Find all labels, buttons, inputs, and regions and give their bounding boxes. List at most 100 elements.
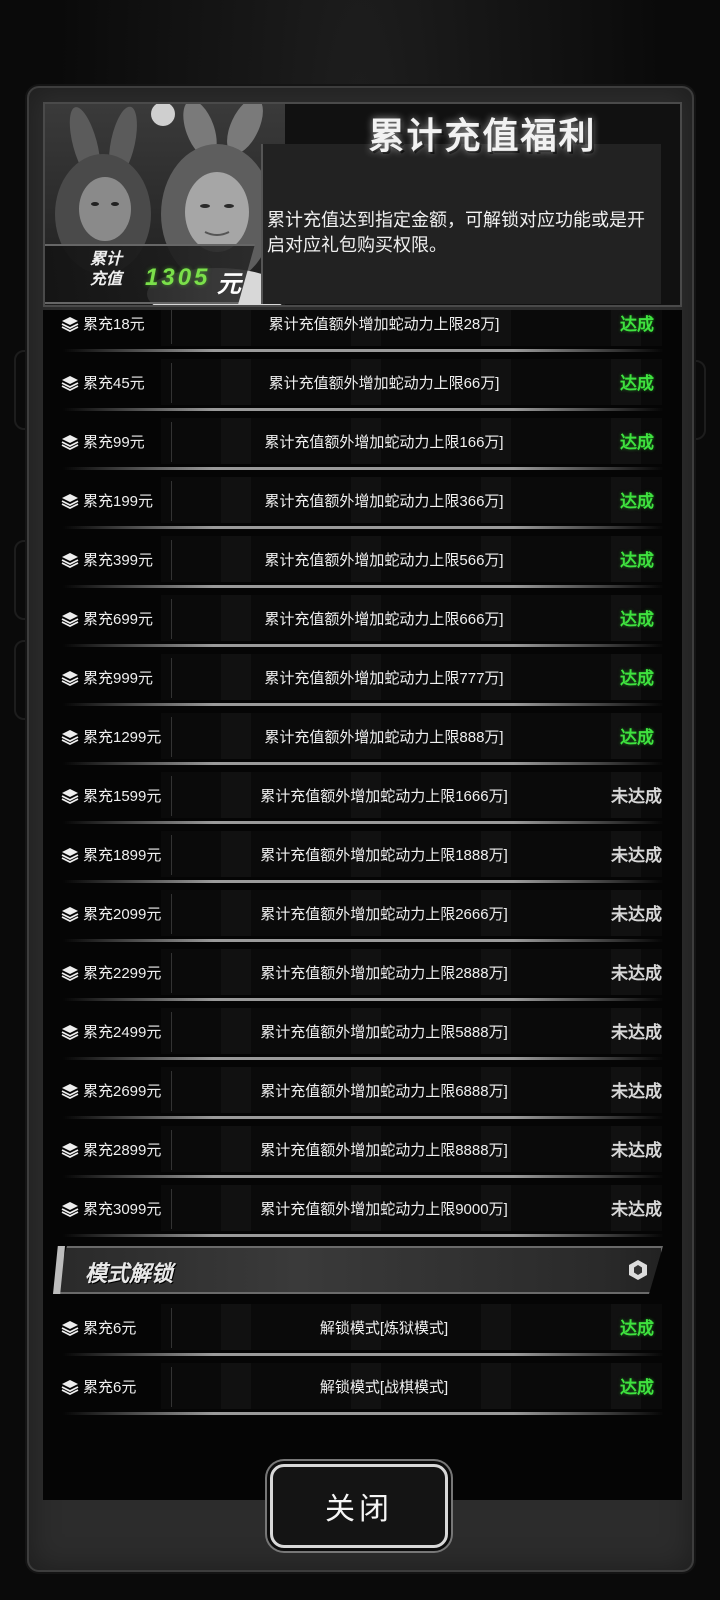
row-divider (171, 422, 172, 462)
hexagon-icon (627, 1259, 649, 1281)
row-threshold: 累充1599元 (83, 788, 162, 805)
row-divider (171, 953, 172, 993)
row-status: 未达成 (611, 1023, 662, 1042)
row-threshold: 累充2699元 (83, 1083, 162, 1100)
reward-row: 累充399元 累计充值额外增加蛇动力上限566万] 达成 (43, 532, 682, 588)
reward-row: 累充2699元 累计充值额外增加蛇动力上限6888万] 未达成 (43, 1063, 682, 1119)
reward-row: 累充18元 累计充值额外增加蛇动力上限28万] 达成 (43, 310, 682, 352)
row-divider (171, 481, 172, 521)
reward-row: 累充1599元 累计充值额外增加蛇动力上限1666万] 未达成 (43, 768, 682, 824)
stack-layers-icon (61, 669, 79, 687)
stack-layers-icon (61, 492, 79, 510)
row-divider (171, 658, 172, 698)
row-threshold: 累充6元 (83, 1379, 137, 1396)
row-divider (171, 1130, 172, 1170)
row-divider (171, 776, 172, 816)
stack-layers-icon (61, 1082, 79, 1100)
reward-row: 累充2499元 累计充值额外增加蛇动力上限5888万] 未达成 (43, 1004, 682, 1060)
section-title: 模式解锁 (85, 1261, 174, 1286)
row-status: 未达成 (611, 1141, 662, 1160)
row-reward: 累计充值额外增加蛇动力上限28万] (268, 316, 500, 333)
row-threshold: 累充6元 (83, 1320, 137, 1337)
stack-layers-icon (61, 964, 79, 982)
row-reward: 累计充值额外增加蛇动力上限9000万] (260, 1201, 508, 1218)
row-status: 未达成 (611, 846, 662, 865)
row-divider (171, 1012, 172, 1052)
recharge-benefits-dialog: 累计充值福利 累计充值达到指定金额，可解锁对应功能或是开启对应礼包购买权限。 累… (27, 86, 694, 1572)
reward-row: 累充1299元 累计充值额外增加蛇动力上限888万] 达成 (43, 709, 682, 765)
reward-row: 累充45元 累计充值额外增加蛇动力上限66万] 达成 (43, 355, 682, 411)
total-recharge-unit: 元 (217, 271, 241, 298)
reward-row: 累充2099元 累计充值额外增加蛇动力上限2666万] 未达成 (43, 886, 682, 942)
row-reward: 累计充值额外增加蛇动力上限888万] (264, 729, 504, 746)
row-reward: 累计充值额外增加蛇动力上限1888万] (260, 847, 508, 864)
recharge-label-line1: 累计 (89, 251, 122, 268)
recharge-label-line2: 充值 (89, 271, 122, 288)
row-reward: 累计充值额外增加蛇动力上限6888万] (260, 1083, 508, 1100)
row-threshold: 累充999元 (83, 670, 154, 687)
stack-layers-icon (61, 315, 79, 333)
row-threshold: 累充2299元 (83, 965, 162, 982)
stack-layers-icon (61, 1023, 79, 1041)
row-status: 未达成 (611, 1200, 662, 1219)
stack-layers-icon (61, 610, 79, 628)
row-status: 未达成 (611, 1082, 662, 1101)
reward-row: 累充999元 累计充值额外增加蛇动力上限777万] 达成 (43, 650, 682, 706)
row-status: 未达成 (611, 787, 662, 806)
row-divider (171, 1189, 172, 1229)
row-divider (171, 835, 172, 875)
row-threshold: 累充2499元 (83, 1024, 162, 1041)
row-reward: 解锁模式[炼狱模式] (319, 1320, 449, 1337)
row-divider (171, 894, 172, 934)
row-status: 达成 (620, 1319, 654, 1338)
row-status: 未达成 (611, 905, 662, 924)
row-reward: 累计充值额外增加蛇动力上限777万] (264, 670, 504, 687)
total-recharge-amount: 1305 (145, 264, 211, 291)
stack-layers-icon (61, 787, 79, 805)
row-threshold: 累充399元 (83, 552, 154, 569)
stack-layers-icon (61, 1319, 79, 1337)
row-divider (171, 1308, 172, 1348)
row-threshold: 累充1299元 (83, 729, 162, 746)
row-threshold: 累充199元 (83, 493, 154, 510)
row-reward: 累计充值额外增加蛇动力上限366万] (264, 493, 504, 510)
row-reward: 累计充值额外增加蛇动力上限1666万] (260, 788, 508, 805)
row-status: 达成 (620, 728, 654, 747)
row-status: 达成 (620, 433, 654, 452)
row-divider (171, 540, 172, 580)
stack-layers-icon (61, 905, 79, 923)
row-threshold: 累充99元 (83, 434, 145, 451)
row-reward: 累计充值额外增加蛇动力上限8888万] (260, 1142, 508, 1159)
row-threshold: 累充2899元 (83, 1142, 162, 1159)
row-divider (171, 1071, 172, 1111)
reward-list[interactable]: 累充18元 累计充值额外增加蛇动力上限28万] 达成 累充45元 累计充值额外增加蛇动力… (43, 310, 682, 1500)
row-status: 达成 (620, 1378, 654, 1397)
row-reward: 累计充值额外增加蛇动力上限2666万] (260, 906, 508, 923)
reward-row: 累充699元 累计充值额外增加蛇动力上限666万] 达成 (43, 591, 682, 647)
row-reward: 累计充值额外增加蛇动力上限666万] (264, 611, 504, 628)
reward-row: 累充6元 解锁模式[炼狱模式] 达成 (43, 1300, 682, 1356)
row-threshold: 累充3099元 (83, 1201, 162, 1218)
row-reward: 累计充值额外增加蛇动力上限166万] (264, 434, 504, 451)
row-threshold: 累充45元 (83, 375, 145, 392)
reward-row: 累充3099元 累计充值额外增加蛇动力上限9000万] 未达成 (43, 1181, 682, 1237)
stack-layers-icon (61, 728, 79, 746)
stack-layers-icon (61, 551, 79, 569)
reward-row: 累充99元 累计充值额外增加蛇动力上限166万] 达成 (43, 414, 682, 470)
reward-row: 累充2299元 累计充值额外增加蛇动力上限2888万] 未达成 (43, 945, 682, 1001)
row-threshold: 累充1899元 (83, 847, 162, 864)
stack-layers-icon (61, 374, 79, 392)
reward-row: 累充6元 解锁模式[战棋模式] 达成 (43, 1359, 682, 1415)
row-divider (171, 310, 172, 344)
close-button[interactable]: 关闭 (270, 1464, 448, 1548)
row-reward: 累计充值额外增加蛇动力上限566万] (264, 552, 504, 569)
row-divider (171, 599, 172, 639)
row-status: 达成 (620, 551, 654, 570)
reward-row: 累充199元 累计充值额外增加蛇动力上限366万] 达成 (43, 473, 682, 529)
row-reward: 累计充值额外增加蛇动力上限2888万] (260, 965, 508, 982)
row-status: 达成 (620, 315, 654, 334)
dialog-title: 累计充值福利 (368, 115, 597, 156)
dialog-header: 累计充值福利 累计充值达到指定金额，可解锁对应功能或是开启对应礼包购买权限。 累… (43, 102, 682, 307)
stack-layers-icon (61, 846, 79, 864)
total-recharge-label: 累计 充值 (71, 250, 141, 290)
